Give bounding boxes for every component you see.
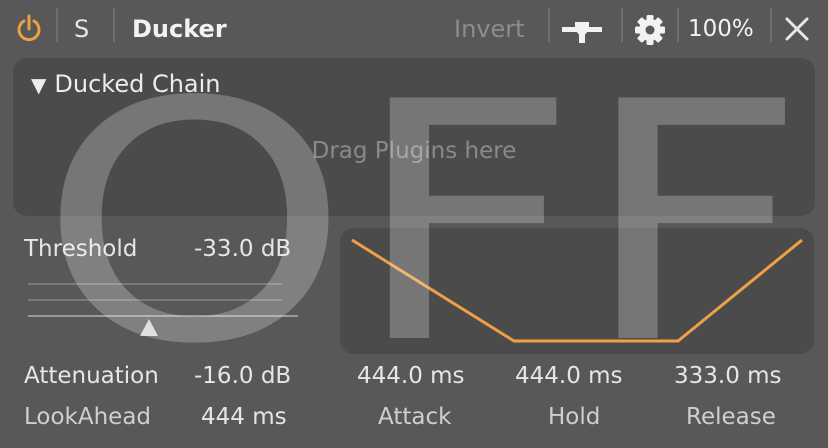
lookahead-label: LookAhead	[24, 404, 152, 430]
chain-header[interactable]: ▼ Ducked Chain	[31, 70, 221, 98]
lookahead-value[interactable]: 444 ms	[201, 404, 287, 430]
power-icon	[17, 14, 41, 42]
solo-button[interactable]: S	[74, 0, 89, 58]
attack-label: Attack	[378, 404, 452, 430]
header-divider	[770, 8, 772, 42]
attenuation-value[interactable]: -16.0 dB	[194, 363, 291, 389]
envelope-display[interactable]	[340, 228, 814, 354]
release-value[interactable]: 333.0 ms	[674, 363, 782, 389]
invert-button[interactable]: Invert	[454, 0, 525, 58]
settings-button[interactable]	[633, 0, 667, 58]
header-divider	[621, 8, 623, 42]
threshold-handle[interactable]	[140, 319, 158, 336]
zoom-level-button[interactable]: 100%	[688, 0, 754, 58]
collapse-toggle-icon[interactable]: ▼	[31, 73, 46, 97]
attenuation-label: Attenuation	[24, 363, 159, 389]
envelope-curve	[351, 238, 803, 343]
threshold-slider[interactable]	[24, 282, 300, 342]
hold-value[interactable]: 444.0 ms	[515, 363, 623, 389]
close-button[interactable]	[782, 0, 812, 58]
power-button[interactable]	[14, 0, 44, 58]
header-divider	[113, 8, 115, 42]
drop-zone-hint: Drag Plugins here	[311, 138, 517, 164]
gear-icon	[635, 15, 665, 45]
close-icon	[785, 17, 809, 41]
chain-title: Ducked Chain	[54, 70, 221, 98]
header-divider	[56, 8, 58, 42]
routing-icon	[562, 22, 602, 43]
hold-label: Hold	[548, 404, 601, 430]
routing-button[interactable]	[560, 0, 604, 58]
ducked-chain-panel[interactable]: ▼ Ducked Chain Drag Plugins here	[13, 58, 815, 216]
threshold-value[interactable]: -33.0 dB	[194, 236, 291, 262]
attack-value[interactable]: 444.0 ms	[357, 363, 465, 389]
plugin-title: Ducker	[132, 15, 227, 43]
header-divider	[677, 8, 679, 42]
header-divider	[548, 8, 550, 42]
header-bar: S Ducker Invert 100%	[0, 0, 828, 58]
threshold-label: Threshold	[24, 236, 138, 262]
release-label: Release	[686, 404, 776, 430]
